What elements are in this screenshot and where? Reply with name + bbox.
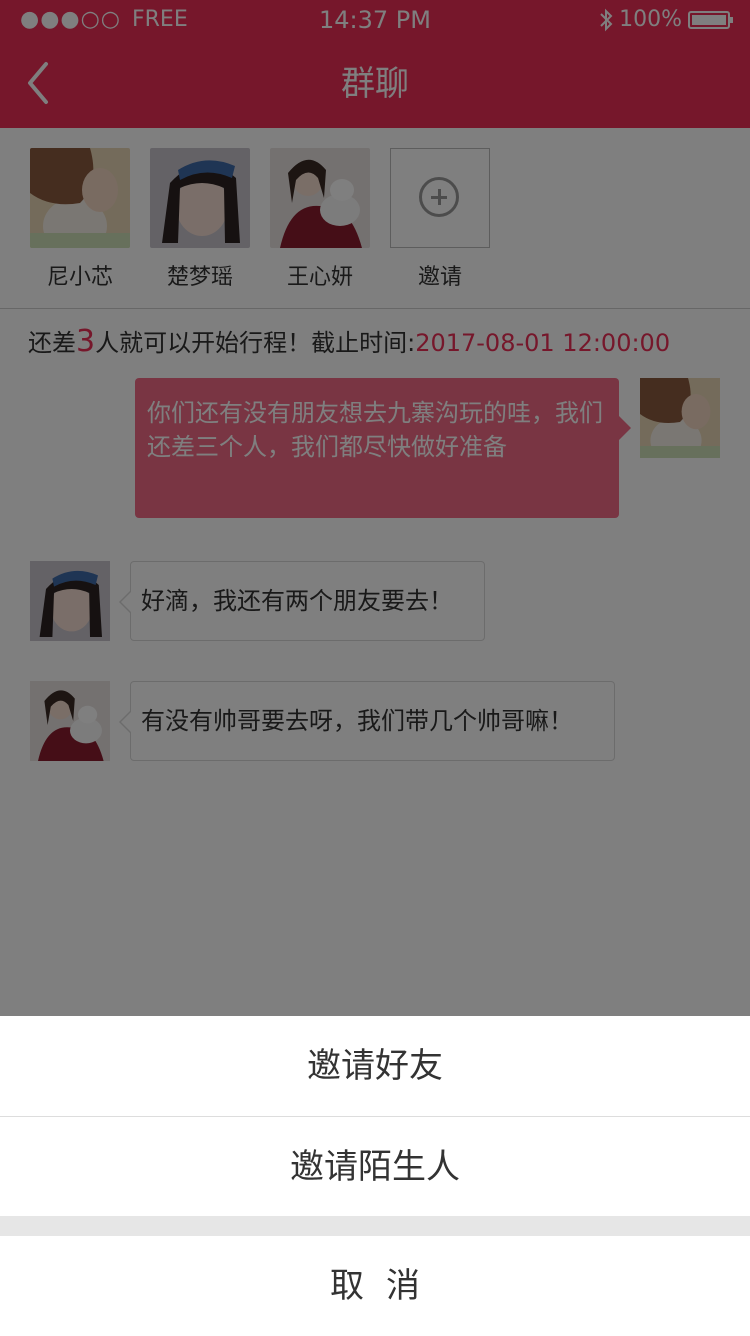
action-sheet: 邀请好友 邀请陌生人 取消 (0, 1016, 750, 1336)
modal-overlay[interactable] (0, 0, 750, 1016)
cancel-button[interactable]: 取消 (0, 1236, 750, 1336)
cancel-label: 取消 (330, 1266, 442, 1306)
invite-strangers-button[interactable]: 邀请陌生人 (0, 1117, 750, 1217)
invite-friends-button[interactable]: 邀请好友 (0, 1016, 750, 1116)
sheet-gap (0, 1216, 750, 1236)
